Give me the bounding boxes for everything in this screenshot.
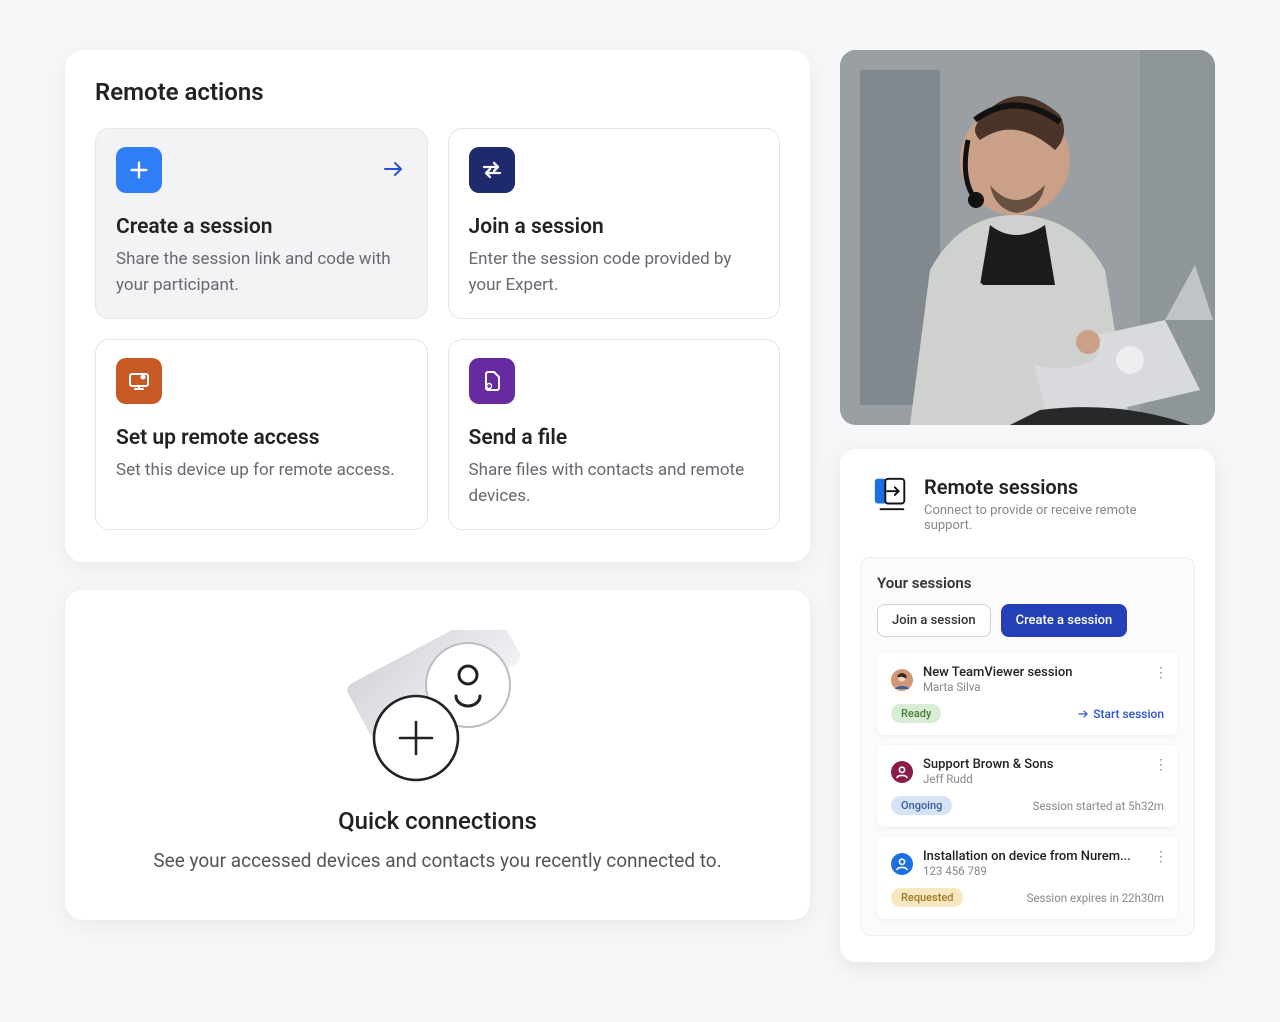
swap-arrows-icon [469,147,515,193]
remote-sessions-icon [872,475,910,513]
plus-icon [116,147,162,193]
hero-photo [840,50,1215,425]
status-badge: Ongoing [891,796,952,815]
status-badge: Ready [891,704,941,723]
quick-connections-panel: Quick connections See your accessed devi… [65,590,810,920]
quick-connections-illustration [105,632,770,797]
setup-remote-access-title: Set up remote access [116,426,407,450]
avatar [891,853,913,875]
session-card[interactable]: Support Brown & SonsJeff Rudd ⋮ Ongoing Ses… [877,745,1178,827]
session-menu-icon[interactable]: ⋮ [1154,665,1168,681]
monitor-icon [116,358,162,404]
status-badge: Requested [891,888,963,907]
create-session-card[interactable]: Create a session Share the session link … [95,128,428,319]
remote-sessions-title: Remote sessions [924,475,1183,499]
file-arrow-icon [469,358,515,404]
join-session-desc: Enter the session code provided by your … [469,247,760,298]
start-session-link[interactable]: Start session [1077,707,1164,721]
session-title: Installation on device from Nurem... [923,849,1131,864]
join-session-card[interactable]: Join a session Enter the session code pr… [448,128,781,319]
send-file-title: Send a file [469,426,760,450]
tab-create-session[interactable]: Create a session [1001,604,1128,637]
remote-actions-panel: Remote actions Create a session Share th… [65,50,810,562]
create-session-title: Create a session [116,215,407,239]
quick-connections-title: Quick connections [105,807,770,835]
tab-join-session[interactable]: Join a session [877,604,991,637]
your-sessions-title: Your sessions [877,574,1178,592]
send-file-desc: Share files with contacts and remote dev… [469,458,760,509]
session-subtitle: 123 456 789 [923,864,1131,878]
session-subtitle: Marta Silva [923,680,1072,694]
arrow-right-icon [381,157,405,185]
quick-connections-sub: See your accessed devices and contacts y… [105,849,770,872]
send-file-card[interactable]: Send a file Share files with contacts an… [448,339,781,530]
create-session-desc: Share the session link and code with you… [116,247,407,298]
session-menu-icon[interactable]: ⋮ [1154,849,1168,865]
session-title: Support Brown & Sons [923,757,1053,772]
remote-actions-title: Remote actions [95,78,780,106]
avatar [891,669,913,691]
session-card[interactable]: New TeamViewer sessionMarta Silva ⋮ Ready S… [877,653,1178,735]
setup-remote-access-card[interactable]: Set up remote access Set this device up … [95,339,428,530]
setup-remote-access-desc: Set this device up for remote access. [116,458,407,484]
session-subtitle: Jeff Rudd [923,772,1053,786]
remote-sessions-sub: Connect to provide or receive remote sup… [924,503,1183,533]
session-title: New TeamViewer session [923,665,1072,680]
session-menu-icon[interactable]: ⋮ [1154,757,1168,773]
session-meta-text: Session started at 5h32m [1033,799,1164,813]
session-card[interactable]: Installation on device from Nurem...123 … [877,837,1178,919]
your-sessions-box: Your sessions Join a session Create a se… [860,557,1195,936]
session-meta-text: Session expires in 22h30m [1027,891,1164,905]
remote-sessions-panel: Remote sessions Connect to provide or re… [840,449,1215,962]
session-meta-text: Start session [1093,707,1164,721]
avatar [891,761,913,783]
join-session-title: Join a session [469,215,760,239]
